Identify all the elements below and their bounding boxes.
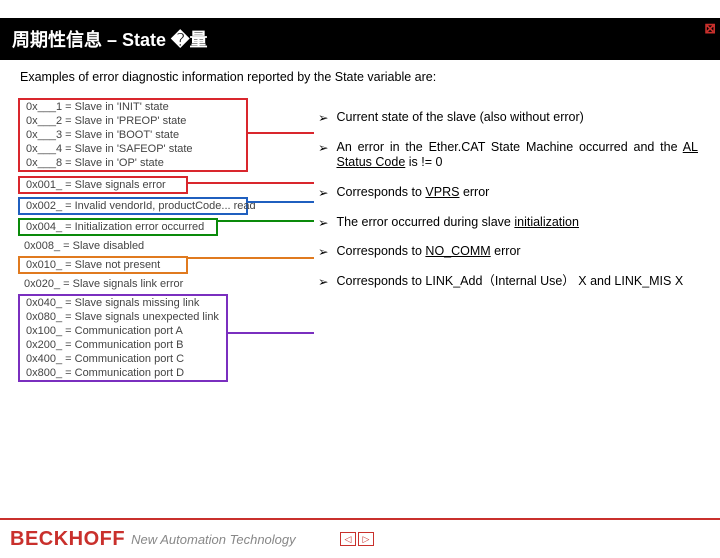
brand-tagline: New Automation Technology <box>131 532 296 547</box>
bullet-arrow-icon: ➢ <box>318 185 328 200</box>
next-button[interactable]: ▷ <box>358 532 374 546</box>
link-row: 0x040_ = Slave signals missing link <box>20 296 226 310</box>
content-area: 0x___1 = Slave in 'INIT' state 0x___2 = … <box>0 92 720 422</box>
state-row: 0x___8 = Slave in 'OP' state <box>20 156 246 170</box>
bullet-text: An error in the Ether.CAT State Machine … <box>336 140 698 171</box>
err-row: 0x002_ = Invalid vendorId, productCode..… <box>20 199 246 213</box>
connector <box>218 220 314 222</box>
intro-text: Examples of error diagnostic information… <box>20 70 706 84</box>
slave-disabled: 0x008_ = Slave disabled <box>18 239 248 253</box>
link-row: 0x200_ = Communication port B <box>20 338 226 352</box>
bullet-arrow-icon: ➢ <box>318 274 328 289</box>
bullet-item: ➢ Corresponds to NO_COMM error <box>318 244 698 260</box>
bullet-item: ➢ Current state of the slave (also witho… <box>318 110 698 126</box>
state-row: 0x___4 = Slave in 'SAFEOP' state <box>20 142 246 156</box>
link-group-box: 0x040_ = Slave signals missing link 0x08… <box>18 294 228 382</box>
state-row: 0x___3 = Slave in 'BOOT' state <box>20 128 246 142</box>
right-column: ➢ Current state of the slave (also witho… <box>318 110 698 303</box>
link-row: 0x800_ = Communication port D <box>20 366 226 380</box>
bullet-arrow-icon: ➢ <box>318 215 328 230</box>
bullet-item: ➢ Corresponds to VPRS error <box>318 185 698 201</box>
bullet-text: Current state of the slave (also without… <box>336 110 698 126</box>
states-box: 0x___1 = Slave in 'INIT' state 0x___2 = … <box>18 98 248 172</box>
not-present-box: 0x010_ = Slave not present <box>18 256 188 274</box>
link-row: 0x100_ = Communication port A <box>20 324 226 338</box>
bullet-text: Corresponds to NO_COMM error <box>336 244 698 260</box>
err-row: 0x004_ = Initialization error occurred <box>20 220 216 234</box>
err-row: 0x010_ = Slave not present <box>20 258 186 272</box>
bullet-text: Corresponds to LINK_Add（Internal Use） X … <box>336 274 698 290</box>
err-init-box: 0x004_ = Initialization error occurred <box>18 218 218 236</box>
link-row: 0x080_ = Slave signals unexpected link <box>20 310 226 324</box>
connector <box>248 132 314 134</box>
left-column: 0x___1 = Slave in 'INIT' state 0x___2 = … <box>18 92 248 382</box>
link-error: 0x020_ = Slave signals link error <box>18 277 248 291</box>
brand-logo: BECKHOFF <box>10 528 125 551</box>
connector <box>188 257 314 259</box>
bullet-arrow-icon: ➢ <box>318 110 328 125</box>
state-row: 0x___1 = Slave in 'INIT' state <box>20 100 246 114</box>
bullet-item: ➢ Corresponds to LINK_Add（Internal Use） … <box>318 274 698 290</box>
err-vendor-box: 0x002_ = Invalid vendorId, productCode..… <box>18 197 248 215</box>
bullet-item: ➢ The error occurred during slave initia… <box>318 215 698 231</box>
err-signals-box: 0x001_ = Slave signals error <box>18 176 188 194</box>
slide-nav: ◁ ▷ <box>340 532 374 546</box>
slide-title: 周期性信息 – State �量 <box>0 18 720 60</box>
connector <box>188 182 314 184</box>
err-row: 0x001_ = Slave signals error <box>20 178 186 192</box>
bullet-item: ➢ An error in the Ether.CAT State Machin… <box>318 140 698 171</box>
bullet-arrow-icon: ➢ <box>318 244 328 259</box>
bullet-text: The error occurred during slave initiali… <box>336 215 698 231</box>
close-icon[interactable]: ⊠ <box>704 20 716 37</box>
connector <box>228 332 314 334</box>
connector <box>248 201 314 203</box>
bullet-arrow-icon: ➢ <box>318 140 328 155</box>
link-row: 0x400_ = Communication port C <box>20 352 226 366</box>
bullet-text: Corresponds to VPRS error <box>336 185 698 201</box>
prev-button[interactable]: ◁ <box>340 532 356 546</box>
state-row: 0x___2 = Slave in 'PREOP' state <box>20 114 246 128</box>
